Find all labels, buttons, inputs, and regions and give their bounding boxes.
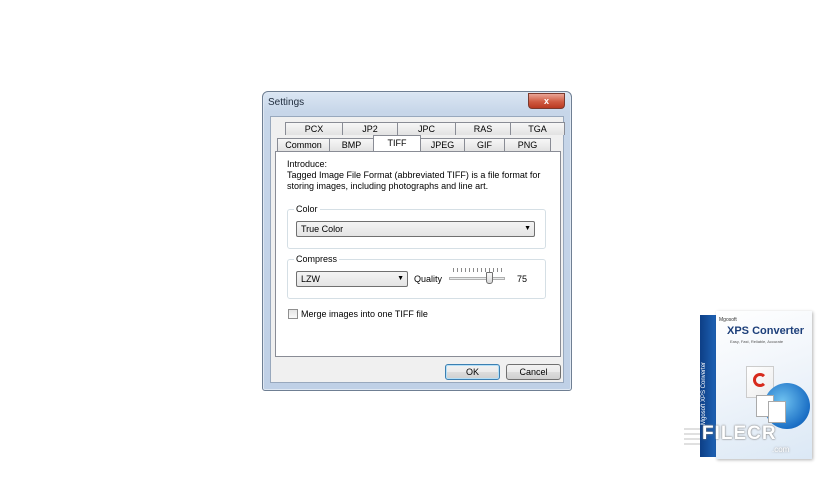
tab-ras[interactable]: RAS xyxy=(455,122,511,135)
compress-group-label: Compress xyxy=(294,254,340,264)
box-brand: Mgosoft xyxy=(719,317,737,323)
merge-checkbox[interactable] xyxy=(288,309,298,319)
filecr-logo-icon xyxy=(684,425,700,447)
slider-thumb[interactable] xyxy=(486,272,493,284)
box-spine-text: Mgosoft XPS Converter xyxy=(701,361,707,425)
quality-slider[interactable] xyxy=(449,268,505,286)
tab-tga[interactable]: TGA xyxy=(510,122,565,135)
tab-gif[interactable]: GIF xyxy=(464,138,505,151)
dialog-client-area: PCX JP2 JPC RAS TGA Common BMP TIFF JPEG… xyxy=(270,116,565,383)
document-icon xyxy=(768,401,786,423)
tab-tiff[interactable]: TIFF xyxy=(373,135,421,151)
compress-select[interactable]: LZW ▼ xyxy=(296,271,408,287)
compress-select-value: LZW xyxy=(301,274,320,284)
tab-bmp[interactable]: BMP xyxy=(329,138,374,151)
tiff-tab-panel: Introduce: Tagged Image File Format (abb… xyxy=(275,151,561,357)
cancel-button[interactable]: Cancel xyxy=(506,364,561,380)
filecr-logo-text: FILECR xyxy=(702,423,777,444)
chevron-down-icon: ▼ xyxy=(524,225,531,232)
color-group-label: Color xyxy=(294,204,320,214)
slider-track xyxy=(449,277,505,280)
dialog-title: Settings xyxy=(268,97,305,108)
tab-jpc[interactable]: JPC xyxy=(397,122,456,135)
tab-png[interactable]: PNG xyxy=(504,138,551,151)
ok-button[interactable]: OK xyxy=(445,364,500,380)
slider-ticks xyxy=(453,268,503,272)
box-tagline: Easy, Fast, Reliable, Accurate xyxy=(730,339,784,344)
tab-row-1: PCX JP2 JPC RAS TGA xyxy=(285,122,565,135)
tab-common[interactable]: Common xyxy=(277,138,330,151)
color-select-value: True Color xyxy=(301,224,344,234)
filecr-logo-sub: .com xyxy=(772,445,790,454)
box-title: XPS Converter xyxy=(727,325,805,337)
quality-value: 75 xyxy=(517,274,528,284)
merge-checkbox-label: Merge images into one TIFF file xyxy=(301,309,428,319)
tab-jpeg[interactable]: JPEG xyxy=(420,138,465,151)
close-button[interactable]: x xyxy=(528,93,565,109)
intro-text: Tagged Image File Format (abbreviated TI… xyxy=(287,170,541,191)
title-bar[interactable]: Settings x xyxy=(263,92,571,114)
tab-pcx[interactable]: PCX xyxy=(285,122,343,135)
chevron-down-icon: ▼ xyxy=(397,275,404,282)
intro-label: Introduce: xyxy=(287,159,328,169)
compress-group: Compress LZW ▼ Quality 75 xyxy=(287,254,546,299)
quality-label: Quality xyxy=(414,274,443,284)
settings-dialog: Settings x PCX JP2 JPC RAS TGA Common BM… xyxy=(262,91,572,391)
tab-jp2[interactable]: JP2 xyxy=(342,122,398,135)
color-group: Color True Color ▼ xyxy=(287,204,546,249)
color-select[interactable]: True Color ▼ xyxy=(296,221,535,237)
